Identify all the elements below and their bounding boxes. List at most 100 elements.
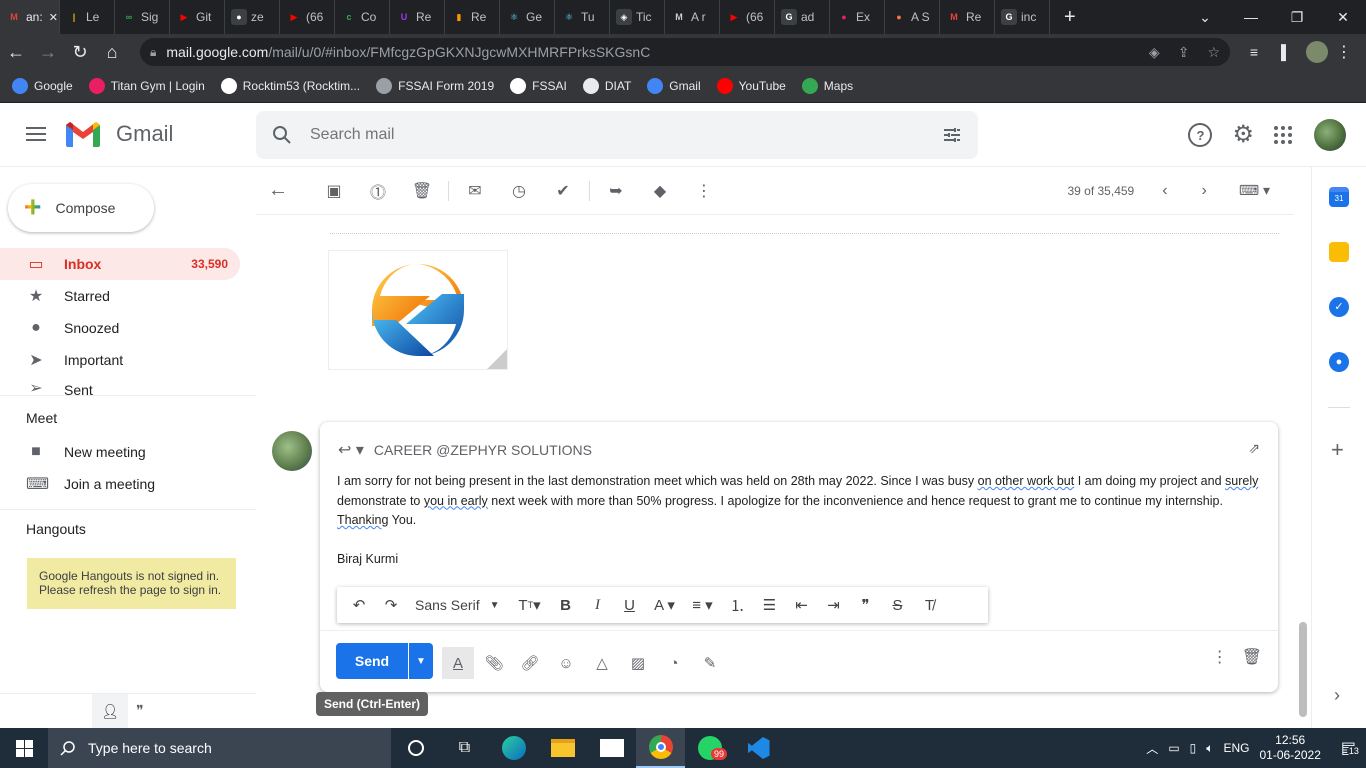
task-view-icon[interactable]: ⧉ <box>440 728 489 768</box>
browser-tab[interactable]: Ginc <box>995 0 1050 34</box>
person-icon[interactable]: 👤︎ <box>92 694 128 729</box>
bookmark-item[interactable]: FSSAI Form 2019 <box>376 78 494 94</box>
reload-button[interactable]: ↻ <box>64 42 96 63</box>
extension-icon[interactable]: ◈ <box>1149 44 1160 61</box>
browser-tab[interactable]: ⚛ Ge <box>500 0 555 34</box>
bookmark-item[interactable]: Titan Gym | Login <box>88 78 205 94</box>
browser-tab[interactable]: ● A S <box>885 0 940 34</box>
browser-tab[interactable]: ● ze <box>225 0 280 34</box>
network-icon[interactable]: ▯ <box>1190 741 1197 755</box>
edge-icon[interactable] <box>489 728 538 768</box>
browser-tab[interactable]: MA r <box>665 0 720 34</box>
undo-icon[interactable]: ↶ <box>343 589 375 621</box>
new-tab-icon[interactable]: + <box>1064 6 1076 29</box>
search-icon[interactable] <box>272 125 292 145</box>
google-drive-icon[interactable]: △ <box>586 647 618 679</box>
newer-chevron-icon[interactable]: ‹ <box>1162 182 1167 200</box>
report-spam-icon[interactable]: ⓵ <box>356 171 400 211</box>
windows-start-icon[interactable] <box>0 739 48 757</box>
reply-body-editor[interactable]: I am sorry for not being present in the … <box>337 472 1267 570</box>
contacts-icon[interactable]: ● <box>1329 352 1349 372</box>
bookmark-item[interactable]: DIAT <box>582 78 631 94</box>
volume-icon[interactable]: 🔈︎ <box>1206 741 1213 756</box>
file-explorer-icon[interactable] <box>538 728 587 768</box>
help-icon[interactable]: ? <box>1188 123 1213 147</box>
calendar-icon[interactable]: 31 <box>1329 187 1349 207</box>
vscode-icon[interactable] <box>734 728 783 768</box>
gmail-logo[interactable]: Gmail <box>66 121 173 147</box>
mail-icon[interactable] <box>587 728 636 768</box>
bookmark-item[interactable]: Gmail <box>647 78 701 94</box>
account-avatar[interactable] <box>1314 119 1346 151</box>
font-selector[interactable]: Sans Serif ▼ <box>415 597 500 613</box>
bookmark-item[interactable]: Maps <box>801 78 853 94</box>
snooze-icon[interactable]: ◷ <box>497 171 541 211</box>
notification-center-icon[interactable]: ▤13 <box>1341 738 1361 758</box>
get-addons-plus-icon[interactable]: + <box>1331 437 1344 463</box>
main-menu-icon[interactable] <box>24 123 48 147</box>
bookmark-item[interactable]: FSSAI <box>510 78 567 94</box>
forward-button[interactable]: → <box>32 42 64 63</box>
nav-item-snoozed[interactable]: ● Snoozed <box>0 312 240 344</box>
browser-tab[interactable]: c Co <box>335 0 390 34</box>
attach-file-icon[interactable]: 📎︎ <box>478 647 510 679</box>
compose-button[interactable]: + Compose <box>8 184 154 232</box>
bookmark-item[interactable]: Rocktim53 (Rocktim... <box>220 78 360 94</box>
keep-icon[interactable] <box>1329 242 1349 262</box>
mark-unread-icon[interactable]: ✉ <box>453 171 497 211</box>
browser-tab[interactable]: U Re <box>390 0 445 34</box>
media-control-icon[interactable]: ≡ <box>1238 44 1270 60</box>
expand-panel-chevron-icon[interactable]: › <box>1334 685 1340 706</box>
browser-tab[interactable]: ● Ex <box>830 0 885 34</box>
archive-icon[interactable]: ▣ <box>312 171 356 211</box>
older-chevron-icon[interactable]: › <box>1202 182 1207 200</box>
browser-tab[interactable]: ▶ (66 <box>720 0 775 34</box>
side-panel-icon[interactable]: ▌ <box>1270 44 1302 60</box>
battery-icon[interactable]: ▭ <box>1168 741 1179 755</box>
browser-tab[interactable]: ⚛ Tu <box>555 0 610 34</box>
browser-tab[interactable]: ▶ (66 <box>280 0 335 34</box>
align-icon[interactable]: ≡ ▾ <box>684 589 722 621</box>
taskbar-search-box[interactable]: Type here to search <box>48 728 391 768</box>
profile-avatar[interactable] <box>1306 41 1328 63</box>
insert-photo-icon[interactable]: ▨ <box>622 647 654 679</box>
browser-tab[interactable]: ∞ Sig <box>115 0 170 34</box>
bold-icon[interactable]: B <box>550 589 582 621</box>
whatsapp-icon[interactable]: 99 <box>685 728 734 768</box>
tasks-icon[interactable]: ✓ <box>1329 297 1349 317</box>
strikethrough-icon[interactable]: S <box>882 589 914 621</box>
share-icon[interactable]: ⇪ <box>1178 44 1190 61</box>
confidential-mode-icon[interactable]: ◔ <box>658 647 690 679</box>
label-icon[interactable]: ◆ <box>638 171 682 211</box>
back-to-inbox-icon[interactable]: ← <box>256 171 300 211</box>
apps-grid-icon[interactable] <box>1274 126 1294 144</box>
back-button[interactable]: ← <box>0 42 32 63</box>
close-tab-icon[interactable]: ✕ <box>49 11 58 24</box>
home-button[interactable]: ⌂ <box>96 42 128 63</box>
signature-pen-icon[interactable]: ✎ <box>694 647 726 679</box>
nav-item-inbox[interactable]: ▭ Inbox 33,590 <box>0 248 240 280</box>
nav-item-important[interactable]: ➤ Important <box>0 344 240 376</box>
language-indicator[interactable]: ENG <box>1223 741 1249 755</box>
hangouts-quote-icon[interactable]: ❞ <box>136 702 144 719</box>
numbered-list-icon[interactable]: ⒈ <box>722 589 754 621</box>
meet-item[interactable]: ■ New meeting <box>0 436 240 468</box>
input-tools-icon[interactable]: ⌨ ▾ <box>1239 182 1270 199</box>
meet-item[interactable]: ⌨ Join a meeting <box>0 468 240 500</box>
bookmark-item[interactable]: YouTube <box>716 78 786 94</box>
zephyr-logo-image[interactable] <box>328 250 508 370</box>
formatting-options-icon[interactable]: A <box>442 647 474 679</box>
popout-icon[interactable]: ⇗ <box>1248 440 1260 457</box>
clock[interactable]: 12:56 01-06-2022 <box>1259 733 1320 763</box>
more-compose-options-icon[interactable]: ⋮ <box>1212 647 1228 667</box>
schedule-send-dropdown[interactable]: ▼ <box>409 643 433 679</box>
move-to-icon[interactable]: ➥ <box>594 171 638 211</box>
italic-icon[interactable]: I <box>582 589 614 621</box>
address-bar[interactable]: 🔒︎ mail.google.com/mail/u/0/#inbox/FMfcg… <box>140 38 1230 66</box>
close-window-icon[interactable]: ✕ <box>1320 9 1366 26</box>
browser-tab[interactable]: | Le <box>60 0 115 34</box>
scrollbar-thumb[interactable] <box>1299 622 1307 717</box>
indent-less-icon[interactable]: ⇤ <box>786 589 818 621</box>
redo-icon[interactable]: ↷ <box>375 589 407 621</box>
reply-type-icon[interactable]: ↩ ▾ <box>338 440 364 460</box>
